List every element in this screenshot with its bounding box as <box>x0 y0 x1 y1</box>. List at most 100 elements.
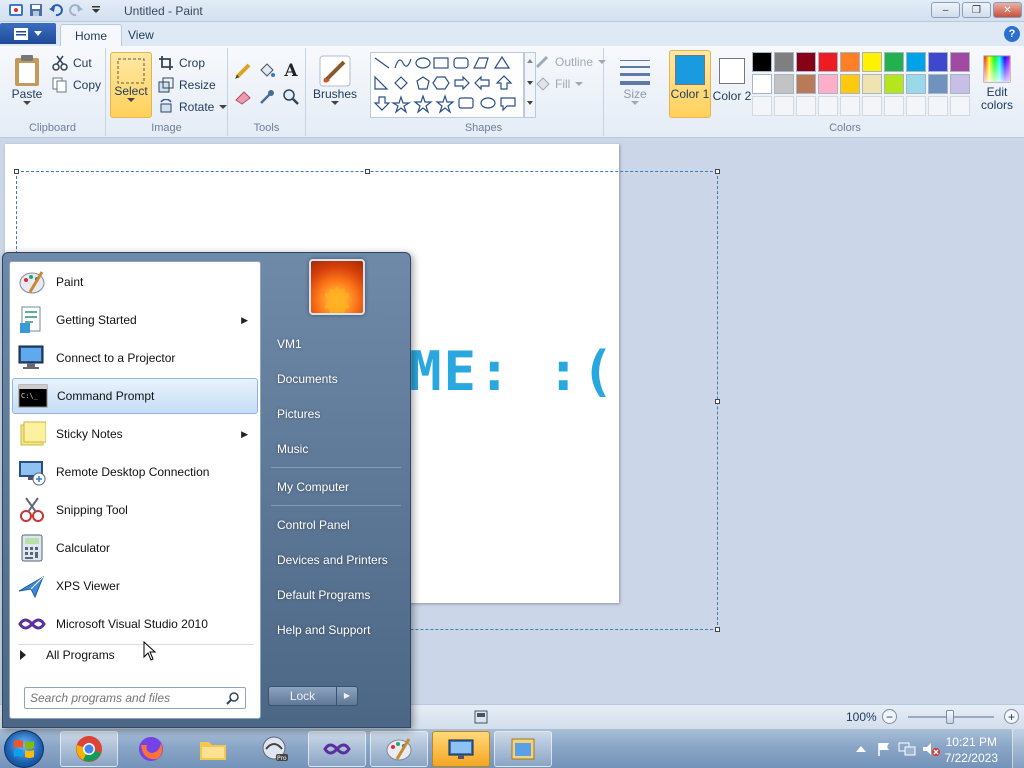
tab-home[interactable]: Home <box>60 24 123 46</box>
eraser-icon[interactable] <box>232 86 254 108</box>
start-menu-place-link[interactable]: Default Programs <box>277 588 370 602</box>
pencil-icon[interactable] <box>232 60 254 82</box>
palette-color-swatch[interactable] <box>884 52 904 72</box>
submenu-arrow-icon[interactable]: ▶ <box>241 429 248 440</box>
selection-handle[interactable] <box>14 169 19 174</box>
paint-menu-button[interactable] <box>0 23 56 44</box>
zoom-in-button[interactable]: + <box>1004 709 1019 724</box>
start-search-input[interactable] <box>25 688 215 708</box>
magnifier-icon[interactable] <box>280 86 302 108</box>
start-menu-item[interactable]: Paint <box>12 264 258 300</box>
custom-color-slot[interactable] <box>752 96 772 116</box>
chevron-up-icon[interactable] <box>856 745 866 753</box>
taskbar-paintnet[interactable]: Pro <box>246 731 304 767</box>
color-picker-icon[interactable] <box>256 86 278 108</box>
close-button[interactable]: ✕ <box>993 2 1022 18</box>
taskbar-chrome[interactable] <box>60 731 118 767</box>
save-icon[interactable] <box>28 2 44 18</box>
size-button[interactable]: Size <box>614 54 656 106</box>
edit-colors-button[interactable]: Edit colors <box>976 54 1018 112</box>
custom-color-slot[interactable] <box>774 96 794 116</box>
palette-color-swatch[interactable] <box>906 74 926 94</box>
palette-color-swatch[interactable] <box>906 52 926 72</box>
palette-color-swatch[interactable] <box>884 74 904 94</box>
start-menu-item[interactable]: Getting Started ▶ <box>12 302 258 338</box>
custom-color-slot[interactable] <box>796 96 816 116</box>
customize-toolbar-icon[interactable] <box>88 2 104 18</box>
start-menu-place-link[interactable]: VM1 <box>277 337 302 351</box>
taskbar-paint[interactable] <box>370 731 428 767</box>
palette-color-swatch[interactable] <box>818 52 838 72</box>
cut-button[interactable]: Cut <box>52 53 92 73</box>
custom-color-slot[interactable] <box>884 96 904 116</box>
taskbar-remote-desktop[interactable] <box>432 731 490 767</box>
palette-color-swatch[interactable] <box>862 52 882 72</box>
taskbar-window[interactable] <box>494 731 552 767</box>
start-menu-place-link[interactable]: Devices and Printers <box>277 553 388 567</box>
selection-handle[interactable] <box>715 169 720 174</box>
taskbar-clock[interactable]: 10:21 PM 7/22/2023 <box>945 734 998 766</box>
palette-color-swatch[interactable] <box>818 74 838 94</box>
start-menu-item[interactable]: Sticky Notes ▶ <box>12 416 258 452</box>
shutdown-options-arrow-icon[interactable]: ▶ <box>337 687 357 705</box>
start-menu-item[interactable]: Snipping Tool <box>12 492 258 528</box>
custom-color-slot[interactable] <box>862 96 882 116</box>
paint-app-icon[interactable] <box>8 2 24 18</box>
undo-icon[interactable] <box>48 2 64 18</box>
select-button[interactable]: Select <box>110 52 152 118</box>
copy-button[interactable]: Copy <box>52 75 101 95</box>
taskbar-visual-studio[interactable] <box>308 731 366 767</box>
text-tool-icon[interactable]: A <box>280 60 302 82</box>
custom-color-slot[interactable] <box>950 96 970 116</box>
palette-color-swatch[interactable] <box>752 52 772 72</box>
submenu-arrow-icon[interactable]: ▶ <box>241 315 248 326</box>
taskbar-firefox[interactable] <box>122 731 180 767</box>
show-desktop-button[interactable] <box>1012 729 1024 768</box>
start-menu-item[interactable]: XPS Viewer <box>12 568 258 604</box>
palette-color-swatch[interactable] <box>796 74 816 94</box>
palette-color-swatch[interactable] <box>862 74 882 94</box>
start-menu-item[interactable]: Connect to a Projector <box>12 340 258 376</box>
minimize-button[interactable]: – <box>931 2 960 18</box>
color2-button[interactable]: Color 2 <box>712 54 752 103</box>
fill-bucket-icon[interactable] <box>256 60 278 82</box>
start-menu-place-link[interactable]: Music <box>277 442 308 456</box>
palette-color-swatch[interactable] <box>774 74 794 94</box>
start-search-box[interactable] <box>24 687 246 709</box>
network-icon[interactable] <box>898 741 916 757</box>
start-menu-place-link[interactable]: Help and Support <box>277 623 370 637</box>
redo-icon[interactable] <box>68 2 84 18</box>
user-picture[interactable] <box>309 259 365 315</box>
taskbar-explorer[interactable] <box>184 731 242 767</box>
start-menu-place-link[interactable]: Control Panel <box>277 518 350 532</box>
palette-color-swatch[interactable] <box>928 74 948 94</box>
custom-color-slot[interactable] <box>840 96 860 116</box>
custom-color-slot[interactable] <box>928 96 948 116</box>
palette-color-swatch[interactable] <box>950 52 970 72</box>
volume-muted-icon[interactable] <box>922 741 940 757</box>
help-icon[interactable]: ? <box>1004 26 1020 42</box>
start-menu-place-link[interactable]: My Computer <box>277 480 349 494</box>
paste-button[interactable]: Paste <box>8 54 46 106</box>
palette-color-swatch[interactable] <box>796 52 816 72</box>
start-menu-item[interactable]: Calculator <box>12 530 258 566</box>
selection-handle[interactable] <box>365 169 370 174</box>
tab-view[interactable]: View <box>114 24 168 46</box>
rotate-button[interactable]: Rotate <box>158 97 228 117</box>
outline-button[interactable]: Outline <box>534 52 607 72</box>
lock-button[interactable]: Lock ▶ <box>268 686 358 706</box>
action-center-flag-icon[interactable] <box>876 741 892 757</box>
custom-color-slot[interactable] <box>906 96 926 116</box>
custom-color-slot[interactable] <box>818 96 838 116</box>
start-menu-item[interactable]: Remote Desktop Connection <box>12 454 258 490</box>
palette-color-swatch[interactable] <box>928 52 948 72</box>
crop-button[interactable]: Crop <box>158 53 205 73</box>
palette-color-swatch[interactable] <box>840 74 860 94</box>
restore-button[interactable]: ❐ <box>962 2 991 18</box>
start-menu-item[interactable]: Microsoft Visual Studio 2010 <box>12 606 258 642</box>
start-menu-place-link[interactable]: Documents <box>277 372 338 386</box>
selection-handle[interactable] <box>715 627 720 632</box>
all-programs-button[interactable]: All Programs <box>20 648 115 662</box>
color1-button[interactable]: Color 1 <box>669 50 711 118</box>
fill-button[interactable]: Fill <box>534 74 584 94</box>
